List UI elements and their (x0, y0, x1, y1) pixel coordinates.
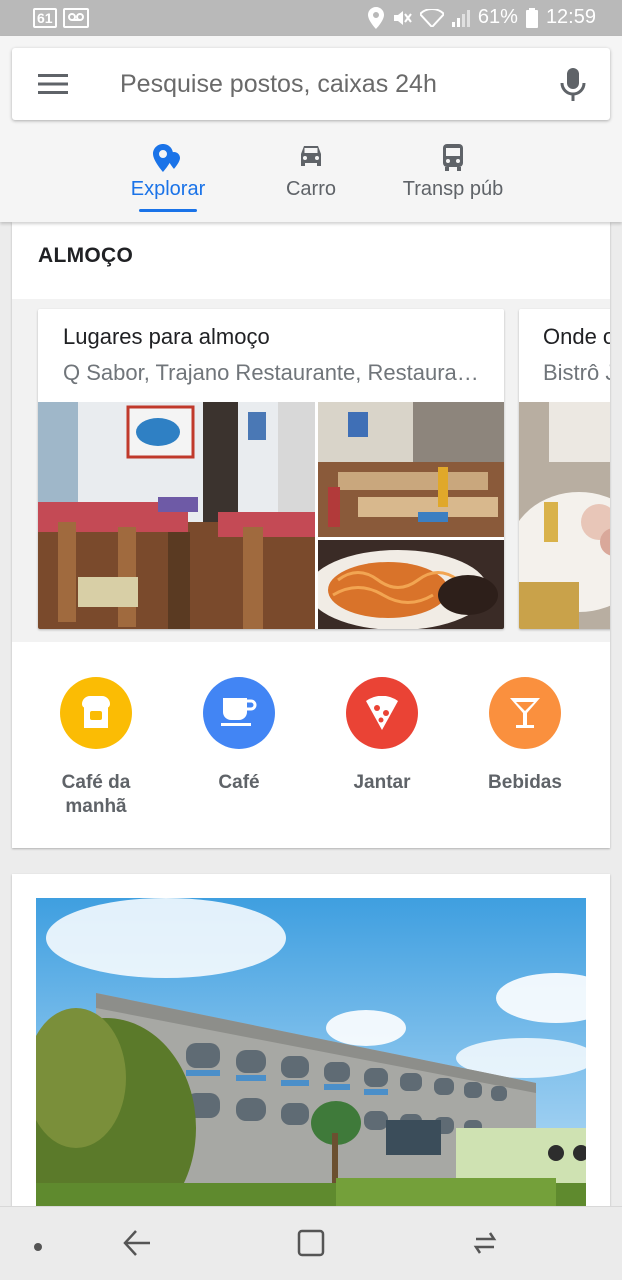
recent-apps-icon[interactable] (470, 1229, 500, 1262)
tab-label: Explorar (130, 178, 206, 200)
place-list-card[interactable]: Lugares para almoço Q Sabor, Trajano Res… (38, 309, 504, 629)
pizza-icon (346, 677, 418, 749)
place-list-title: Onde os (543, 324, 610, 349)
toast-icon (60, 677, 132, 749)
car-icon (297, 144, 325, 175)
status-bar: 61 61% 12:59 (0, 0, 622, 36)
cocktail-icon (489, 677, 561, 749)
restaurant-photo[interactable] (38, 402, 315, 629)
signal-icon (451, 9, 470, 27)
search-bar[interactable] (12, 48, 610, 120)
bus-icon (441, 144, 465, 177)
system-navigation-bar (0, 1206, 622, 1280)
transport-tabs: Explorar Carro Transp púb (0, 132, 622, 222)
category-cafe[interactable]: Café (169, 677, 309, 795)
category-label: Bebidas (488, 772, 562, 793)
category-bebidas[interactable]: Bebidas (455, 677, 595, 795)
tab-label: Transp púb (402, 178, 504, 200)
place-list-subtitle: Bistrô J (543, 360, 610, 385)
voicemail-icon (62, 8, 89, 28)
home-icon[interactable] (297, 1229, 325, 1262)
place-list-card[interactable]: Onde os Bistrô J (519, 309, 610, 629)
category-label: Café (218, 772, 260, 793)
mute-icon (392, 8, 412, 28)
menu-icon[interactable] (38, 72, 68, 96)
wifi-icon (419, 8, 444, 27)
category-cafe-da-manha[interactable]: Café da manhã (26, 677, 166, 819)
clock: 12:59 (545, 6, 596, 28)
place-icon (153, 144, 183, 177)
coffee-icon (203, 677, 275, 749)
category-label: Café da (61, 772, 131, 793)
category-label: Jantar (353, 772, 411, 793)
active-tab-indicator (139, 209, 197, 212)
tab-explorar[interactable]: Explorar (125, 132, 211, 222)
place-list-subtitle: Q Sabor, Trajano Restaurante, Restaura… (63, 360, 479, 385)
tab-label: Carro (285, 178, 336, 200)
food-photo[interactable] (318, 540, 504, 629)
place-list-carousel[interactable]: Lugares para almoço Q Sabor, Trajano Res… (12, 299, 610, 642)
restaurant-photo[interactable] (519, 402, 610, 629)
microphone-icon[interactable] (558, 68, 588, 102)
lunch-card: ALMOÇO Lugares para almoço Q Sabor, Traj… (12, 222, 610, 848)
notification-badge: 61 (33, 8, 57, 28)
building-photo[interactable] (36, 898, 586, 1214)
top-app-bar: Explorar Carro Transp púb (0, 36, 622, 222)
section-title: ALMOÇO (38, 244, 134, 267)
restaurant-photo[interactable] (318, 402, 504, 537)
category-shortcuts: Café da manhã Café Jantar Bebidas (12, 642, 610, 848)
back-icon[interactable] (122, 1229, 152, 1262)
tab-carro[interactable]: Carro (270, 132, 352, 222)
category-label: manhã (65, 796, 127, 817)
battery-level: 61% (477, 6, 518, 28)
category-jantar[interactable]: Jantar (312, 677, 452, 795)
location-icon (367, 6, 384, 29)
search-input[interactable] (120, 66, 540, 102)
place-list-title: Lugares para almoço (63, 324, 270, 349)
featured-place-card[interactable] (12, 874, 610, 1214)
navbar-dot-icon[interactable] (33, 1239, 43, 1257)
battery-icon (525, 7, 538, 28)
tab-transp-pub[interactable]: Transp púb (398, 132, 508, 222)
